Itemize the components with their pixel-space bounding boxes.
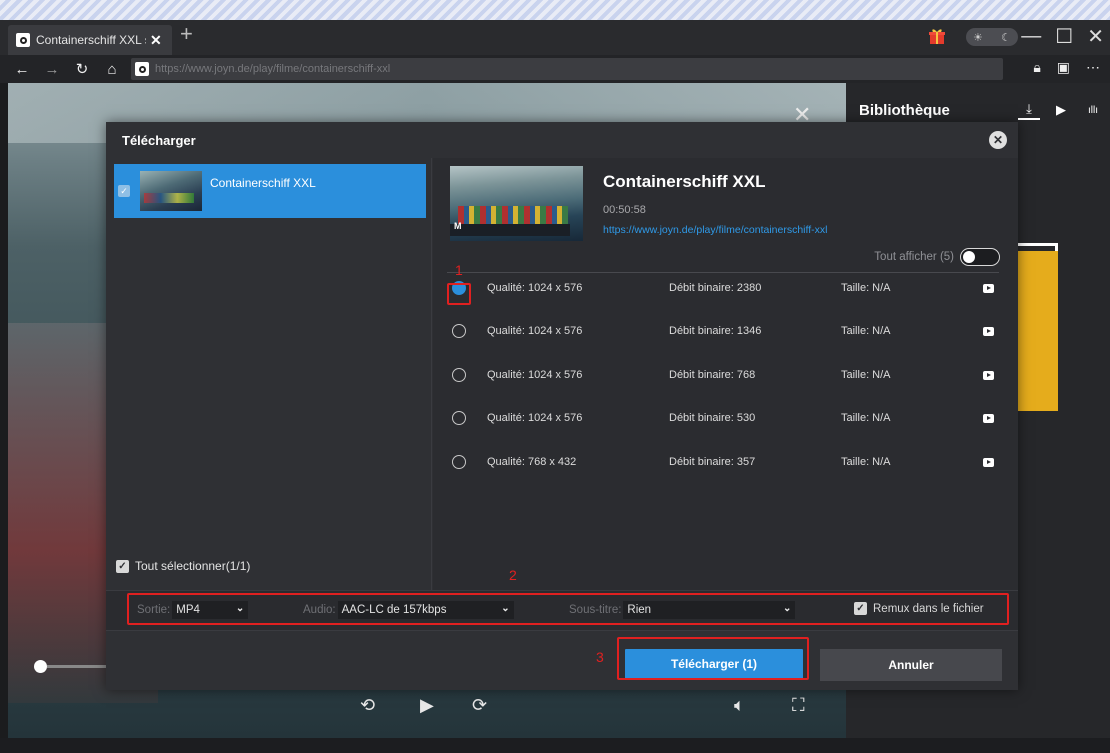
- show-all-count: (5): [939, 251, 954, 263]
- quality-label: Qualité: 1024 x 576: [487, 369, 583, 381]
- detail-duration: 00:50:58: [603, 204, 646, 216]
- tab-close-icon[interactable]: ✕: [150, 32, 162, 49]
- browser-tab[interactable]: Containerschiff XXL st ✕: [8, 25, 172, 55]
- video-detail: M Containerschiff XXL 00:50:58 https://w…: [433, 158, 1018, 590]
- library-card[interactable]: [1018, 251, 1058, 411]
- seek-handle[interactable]: [34, 660, 47, 673]
- show-all-label: Tout afficher: [874, 251, 937, 263]
- bitrate-label: Débit binaire: 530: [669, 412, 756, 424]
- more-icon[interactable]: ⋯: [1086, 59, 1100, 76]
- top-stripe: [0, 0, 1110, 20]
- player-controls: ⟲ ▶ ⟳ 🔈︎ ⛶: [360, 695, 820, 719]
- annotation-box-1: [447, 283, 471, 305]
- annotation-box-3: [617, 637, 809, 680]
- quality-row[interactable]: Qualité: 1024 x 576 Débit binaire: 2380 …: [447, 273, 1003, 303]
- detail-thumbnail: M: [450, 166, 583, 241]
- url-field[interactable]: https://www.joyn.de/play/filme/container…: [131, 58, 1003, 80]
- detail-title: Containerschiff XXL: [603, 172, 766, 191]
- minimize-icon[interactable]: —: [1021, 25, 1041, 48]
- tab-title: Containerschiff XXL st: [36, 33, 146, 47]
- preview-play-icon[interactable]: [983, 457, 994, 467]
- url-text: https://www.joyn.de/play/filme/container…: [155, 63, 391, 75]
- annotation-box-2: [127, 593, 1009, 625]
- library-tabs: ⤓ ▶ ıllı: [1018, 100, 1104, 120]
- seek-track[interactable]: [47, 665, 107, 668]
- bitrate-label: Débit binaire: 768: [669, 369, 756, 381]
- close-window-icon[interactable]: ✕: [1087, 24, 1104, 49]
- annotation-number-3: 3: [596, 649, 604, 665]
- back-icon[interactable]: ←: [14, 61, 30, 78]
- theme-toggle[interactable]: ☀ ☾: [966, 28, 1018, 46]
- rewind-10-icon[interactable]: ⟲: [360, 695, 375, 716]
- app-window: Containerschiff XXL st ✕ + ☀ ☾ — ☐ ✕ ← →…: [0, 0, 1110, 753]
- audio-icon[interactable]: ıllı: [1082, 100, 1104, 120]
- quality-label: Qualité: 768 x 432: [487, 456, 577, 468]
- forward-icon[interactable]: →: [44, 61, 60, 78]
- site-logo-icon: [135, 62, 149, 76]
- detail-url[interactable]: https://www.joyn.de/play/filme/container…: [603, 224, 827, 236]
- preview-play-icon[interactable]: [983, 283, 994, 293]
- preview-play-icon[interactable]: [983, 413, 994, 423]
- download-dialog: Télécharger ✕ ✓ Containerschiff XXL ✓ To…: [106, 122, 1018, 690]
- gift-icon[interactable]: [928, 27, 946, 45]
- reload-icon[interactable]: ↻: [74, 60, 90, 78]
- show-all-switch[interactable]: [960, 248, 1000, 266]
- moon-icon: ☾: [1001, 31, 1011, 44]
- size-label: Taille: N/A: [841, 369, 891, 381]
- lock-icon[interactable]: 🔒︎: [1033, 59, 1040, 76]
- quality-radio[interactable]: [452, 411, 466, 425]
- annotation-number-1: 1: [455, 262, 463, 278]
- checkbox-check-icon: ✓: [116, 559, 129, 573]
- bottom-strip: [0, 738, 1110, 753]
- annotation-number-2: 2: [509, 567, 517, 583]
- quality-row[interactable]: Qualité: 768 x 432 Débit binaire: 357 Ta…: [447, 447, 1003, 477]
- quality-row[interactable]: Qualité: 1024 x 576 Débit binaire: 1346 …: [447, 316, 1003, 346]
- library-title: Bibliothèque: [859, 102, 950, 119]
- maximize-icon[interactable]: ☐: [1055, 24, 1073, 49]
- bitrate-label: Débit binaire: 357: [669, 456, 756, 468]
- cancel-button[interactable]: Annuler: [820, 649, 1002, 681]
- bitrate-label: Débit binaire: 1346: [669, 325, 762, 337]
- video-icon[interactable]: ▶: [1050, 100, 1072, 120]
- preview-play-icon[interactable]: [983, 326, 994, 336]
- select-all-label: Tout sélectionner(1/1): [135, 559, 251, 573]
- quality-label: Qualité: 1024 x 576: [487, 325, 583, 337]
- address-bar-actions: 🔒︎ ▣ ⋯: [1033, 59, 1100, 76]
- item-checkbox[interactable]: ✓: [118, 185, 130, 197]
- dialog-title: Télécharger: [122, 133, 196, 148]
- quality-radio[interactable]: [452, 368, 466, 382]
- show-all-toggle[interactable]: Tout afficher (5): [874, 248, 1000, 266]
- quality-radio[interactable]: [452, 455, 466, 469]
- fullscreen-icon[interactable]: ⛶: [792, 695, 805, 716]
- size-label: Taille: N/A: [841, 282, 891, 294]
- address-bar: ← → ↻ ⌂ https://www.joyn.de/play/filme/c…: [0, 55, 1110, 83]
- size-label: Taille: N/A: [841, 412, 891, 424]
- forward-10-icon[interactable]: ⟳: [472, 695, 487, 716]
- download-icon[interactable]: ⤓: [1018, 100, 1040, 120]
- quality-row[interactable]: Qualité: 1024 x 576 Débit binaire: 530 T…: [447, 403, 1003, 433]
- new-tab-button[interactable]: +: [180, 23, 193, 45]
- item-title: Containerschiff XXL: [210, 176, 316, 190]
- dialog-close-icon[interactable]: ✕: [989, 131, 1007, 149]
- preview-play-icon[interactable]: [983, 370, 994, 380]
- site-logo-icon: [16, 33, 30, 47]
- extension-icon[interactable]: ▣: [1057, 59, 1070, 76]
- video-list: ✓ Containerschiff XXL: [106, 158, 432, 590]
- quality-radio[interactable]: [452, 324, 466, 338]
- list-item[interactable]: ✓ Containerschiff XXL: [114, 164, 426, 218]
- dialog-footer: Télécharger (1) Annuler: [106, 630, 1018, 690]
- quality-label: Qualité: 1024 x 576: [487, 412, 583, 424]
- play-icon[interactable]: ▶: [420, 695, 434, 716]
- sun-icon: ☀: [973, 31, 983, 44]
- window-controls: — ☐ ✕: [1021, 24, 1104, 49]
- quality-row[interactable]: Qualité: 1024 x 576 Débit binaire: 768 T…: [447, 360, 1003, 390]
- size-label: Taille: N/A: [841, 325, 891, 337]
- bitrate-label: Débit binaire: 2380: [669, 282, 762, 294]
- home-icon[interactable]: ⌂: [104, 61, 120, 78]
- size-label: Taille: N/A: [841, 456, 891, 468]
- item-thumbnail: [140, 171, 202, 211]
- volume-icon[interactable]: 🔈︎: [734, 695, 745, 716]
- quality-label: Qualité: 1024 x 576: [487, 282, 583, 294]
- select-all-checkbox[interactable]: ✓ Tout sélectionner(1/1): [116, 559, 250, 573]
